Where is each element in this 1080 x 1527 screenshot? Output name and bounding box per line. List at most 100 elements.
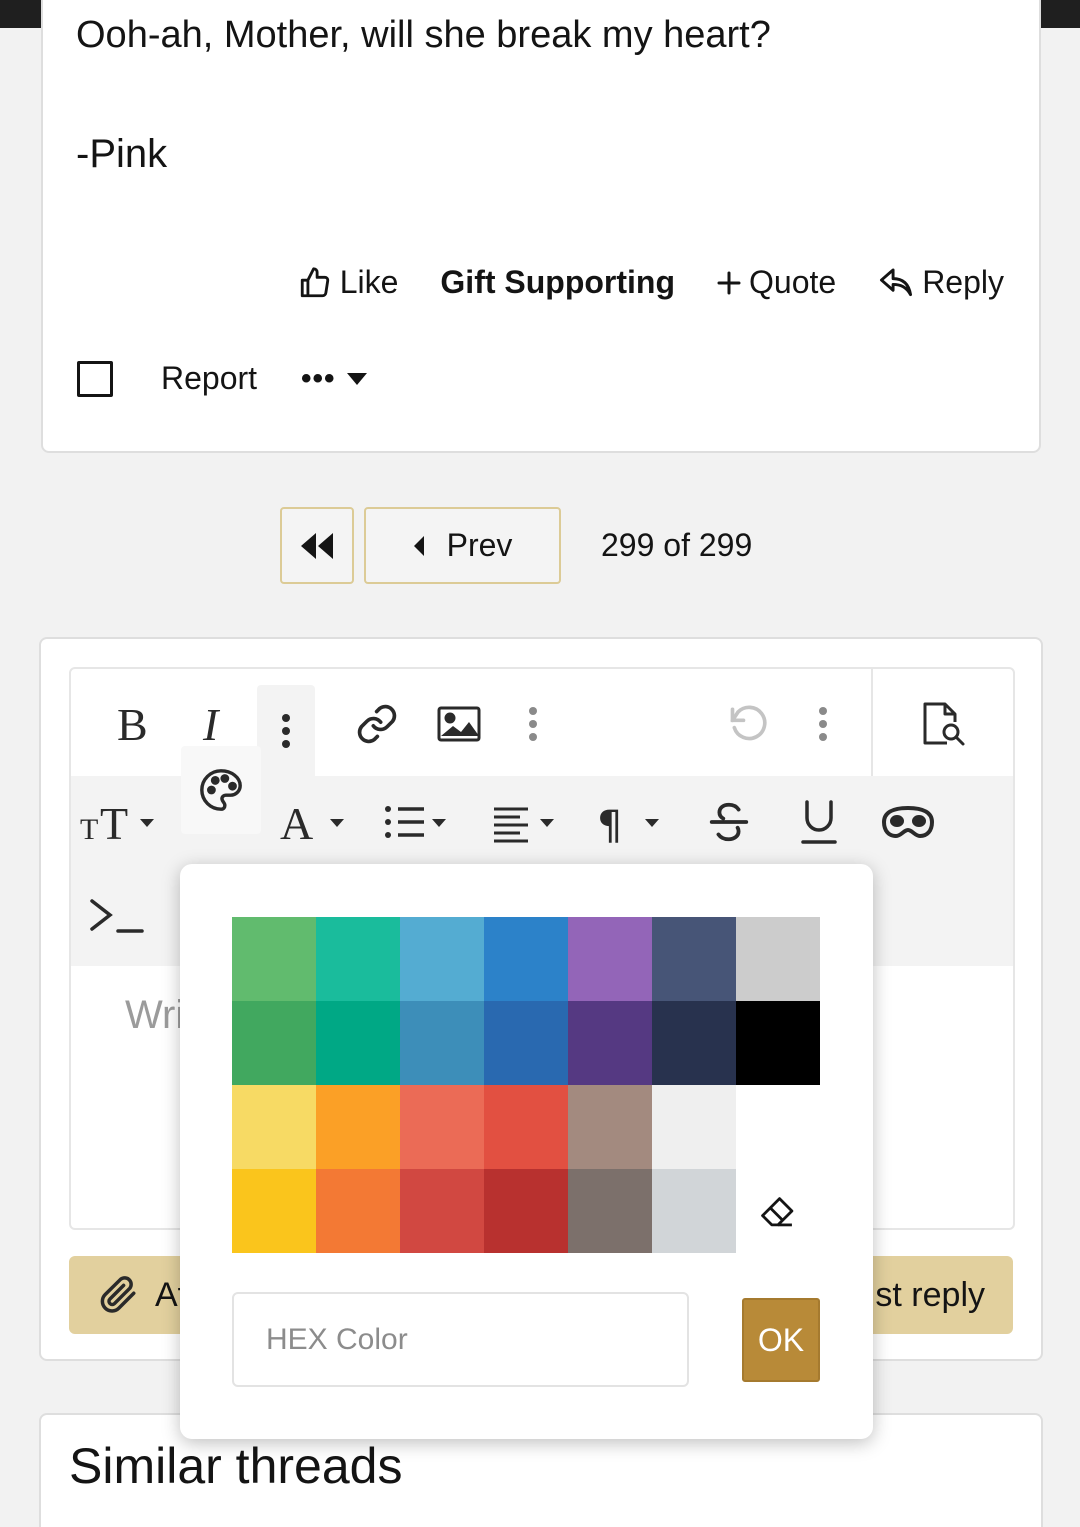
double-chevron-left-icon xyxy=(301,532,333,559)
vertical-dots-icon xyxy=(819,707,827,741)
color-swatch[interactable] xyxy=(484,1085,568,1169)
eraser-icon xyxy=(761,1197,794,1227)
gift-label: Gift Supporting xyxy=(440,264,676,300)
paragraph-icon: ¶ xyxy=(597,803,659,845)
color-swatch[interactable] xyxy=(316,1085,400,1169)
color-swatch[interactable] xyxy=(736,917,820,1001)
reply-arrow-icon xyxy=(880,267,913,296)
caret-left-icon xyxy=(413,535,424,556)
gift-supporting-button[interactable]: Gift Supporting xyxy=(440,264,675,301)
color-swatch-grid xyxy=(232,917,820,1253)
caret-down-icon xyxy=(346,372,367,385)
color-swatch[interactable] xyxy=(232,1169,316,1253)
color-swatch[interactable] xyxy=(400,917,484,1001)
vertical-dots-icon xyxy=(282,713,290,748)
post-lyric-line: Ooh-ah, Mother, will she break my heart? xyxy=(76,14,771,56)
color-swatch[interactable] xyxy=(736,1085,820,1169)
color-swatch[interactable] xyxy=(484,917,568,1001)
inline-code-button[interactable] xyxy=(81,886,151,946)
text-size-icon: TT xyxy=(80,799,154,845)
color-swatch[interactable] xyxy=(568,1001,652,1085)
spoiler-button[interactable] xyxy=(873,792,943,852)
color-swatch[interactable] xyxy=(652,1085,736,1169)
plus-icon xyxy=(717,271,741,294)
strikethrough-button[interactable] xyxy=(697,792,761,852)
prev-label: Prev xyxy=(446,527,513,563)
undo-button[interactable] xyxy=(717,689,781,759)
align-left-icon xyxy=(494,807,554,843)
vertical-dots-icon xyxy=(529,707,537,741)
post-reply-label: st reply xyxy=(875,1275,985,1314)
svg-text:B: B xyxy=(117,702,148,746)
svg-text:I: I xyxy=(202,702,221,746)
ellipsis-icon: ••• xyxy=(301,361,336,395)
list-button[interactable] xyxy=(377,792,463,852)
color-swatch[interactable] xyxy=(232,1085,316,1169)
like-label: Like xyxy=(339,264,399,300)
editor-placeholder[interactable]: Wri xyxy=(125,993,184,1038)
remove-color-button[interactable] xyxy=(736,1169,820,1253)
first-page-button[interactable] xyxy=(280,507,354,584)
color-swatch[interactable] xyxy=(316,1001,400,1085)
color-swatch[interactable] xyxy=(652,1169,736,1253)
color-swatch[interactable] xyxy=(652,1001,736,1085)
color-swatch[interactable] xyxy=(400,1085,484,1169)
hex-color-input[interactable] xyxy=(232,1292,689,1387)
paragraph-format-button[interactable]: ¶ xyxy=(593,792,673,852)
more-rich-button[interactable] xyxy=(505,689,561,759)
link-icon xyxy=(357,704,397,744)
insert-image-button[interactable] xyxy=(427,689,491,759)
document-search-icon xyxy=(923,702,965,746)
bold-icon: B xyxy=(117,702,148,746)
color-swatch[interactable] xyxy=(232,1001,316,1085)
svg-text:A: A xyxy=(280,799,313,845)
undo-icon xyxy=(730,705,767,741)
color-swatch[interactable] xyxy=(232,917,316,1001)
post-actions-secondary: Report ••• xyxy=(77,360,368,397)
editor-toolbar-right xyxy=(871,669,1013,776)
post-signature: -Pink xyxy=(76,132,168,176)
color-swatch[interactable] xyxy=(400,1001,484,1085)
reply-label: Reply xyxy=(922,264,1004,300)
color-swatch[interactable] xyxy=(568,1085,652,1169)
preview-button[interactable] xyxy=(911,689,977,759)
svg-text:T: T xyxy=(80,813,98,845)
color-swatch[interactable] xyxy=(568,917,652,1001)
align-button[interactable] xyxy=(485,792,571,852)
color-swatch[interactable] xyxy=(316,1169,400,1253)
text-color-button[interactable] xyxy=(181,746,261,834)
palette-icon xyxy=(200,769,242,811)
thumbs-up-icon xyxy=(300,266,329,297)
ok-button[interactable]: OK xyxy=(742,1298,820,1382)
insert-link-button[interactable] xyxy=(347,689,407,759)
paperclip-icon xyxy=(100,1276,136,1313)
font-family-button[interactable]: A xyxy=(277,792,353,852)
font-size-button[interactable]: TT xyxy=(77,792,163,852)
quote-button[interactable]: Quote xyxy=(717,264,836,301)
color-swatch[interactable] xyxy=(484,1169,568,1253)
color-swatch[interactable] xyxy=(484,1001,568,1085)
select-post-checkbox[interactable] xyxy=(77,360,113,397)
color-swatch[interactable] xyxy=(736,1001,820,1085)
text-color-popup: OK xyxy=(180,864,873,1439)
prev-page-button[interactable]: Prev xyxy=(364,507,561,584)
bold-button[interactable]: B xyxy=(101,689,161,759)
report-link[interactable]: Report xyxy=(161,360,257,397)
underline-button[interactable] xyxy=(787,792,851,852)
similar-threads-title: Similar threads xyxy=(69,1438,403,1494)
post-actions: Like Gift Supporting Quote Reply xyxy=(298,264,1004,301)
strikethrough-icon xyxy=(709,802,749,842)
post-card: Ooh-ah, Mother, will she break my heart?… xyxy=(41,0,1041,453)
more-misc-button[interactable] xyxy=(795,689,851,759)
like-button[interactable]: Like xyxy=(298,264,399,301)
reply-button[interactable]: Reply xyxy=(878,264,1004,301)
color-swatch[interactable] xyxy=(316,917,400,1001)
color-swatch[interactable] xyxy=(652,917,736,1001)
more-text-button[interactable] xyxy=(257,685,315,776)
terminal-icon xyxy=(90,899,144,933)
quote-label: Quote xyxy=(749,264,837,300)
color-swatch[interactable] xyxy=(568,1169,652,1253)
more-actions-menu[interactable]: ••• xyxy=(301,362,368,396)
color-swatch[interactable] xyxy=(400,1169,484,1253)
svg-text:T: T xyxy=(100,799,128,845)
